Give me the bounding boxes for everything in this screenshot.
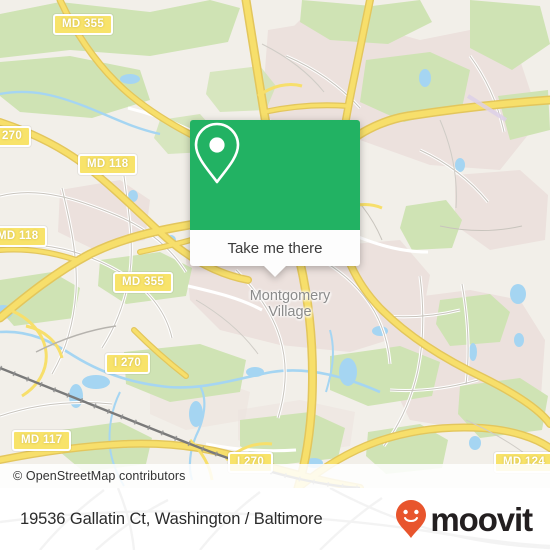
map-canvas[interactable]: Montgomery Village MD 355 I 270 MD 118 M… (0, 0, 550, 488)
location-popup[interactable]: Take me there (190, 120, 360, 277)
road-shield-md-117[interactable]: MD 117 (12, 430, 72, 451)
moovit-wordmark: moovit (430, 500, 533, 538)
road-shield-i-270-west[interactable]: I 270 (0, 126, 32, 147)
place-label-montgomery-village: Montgomery Village (230, 288, 350, 320)
moovit-pin-smile-icon (396, 500, 427, 538)
take-me-there-label: Take me there (227, 239, 323, 257)
place-label-line2: Village (268, 304, 312, 320)
map-pin-icon (194, 122, 240, 184)
road-shield-md-118-north[interactable]: MD 118 (78, 154, 138, 175)
road-shield-md-355-mid[interactable]: MD 355 (113, 272, 174, 293)
take-me-there-button[interactable]: Take me there (190, 230, 360, 266)
road-shield-md-118-west[interactable]: MD 118 (0, 226, 48, 247)
popup-pointer (264, 266, 286, 277)
place-label-line1: Montgomery (249, 288, 331, 304)
moovit-map-screenshot: Montgomery Village MD 355 I 270 MD 118 M… (0, 0, 550, 550)
popup-header (190, 120, 360, 230)
osm-attribution-text[interactable]: © OpenStreetMap contributors (13, 469, 186, 483)
road-shield-i-270-mid[interactable]: I 270 (105, 353, 151, 374)
address-label: 19536 Gallatin Ct, Washington / Baltimor… (20, 509, 323, 528)
footer-bar: 19536 Gallatin Ct, Washington / Baltimor… (0, 488, 550, 550)
moovit-logo[interactable]: moovit (395, 499, 533, 539)
road-shield-md-355-north[interactable]: MD 355 (53, 14, 114, 35)
map-attribution-bar: © OpenStreetMap contributors (0, 464, 550, 488)
